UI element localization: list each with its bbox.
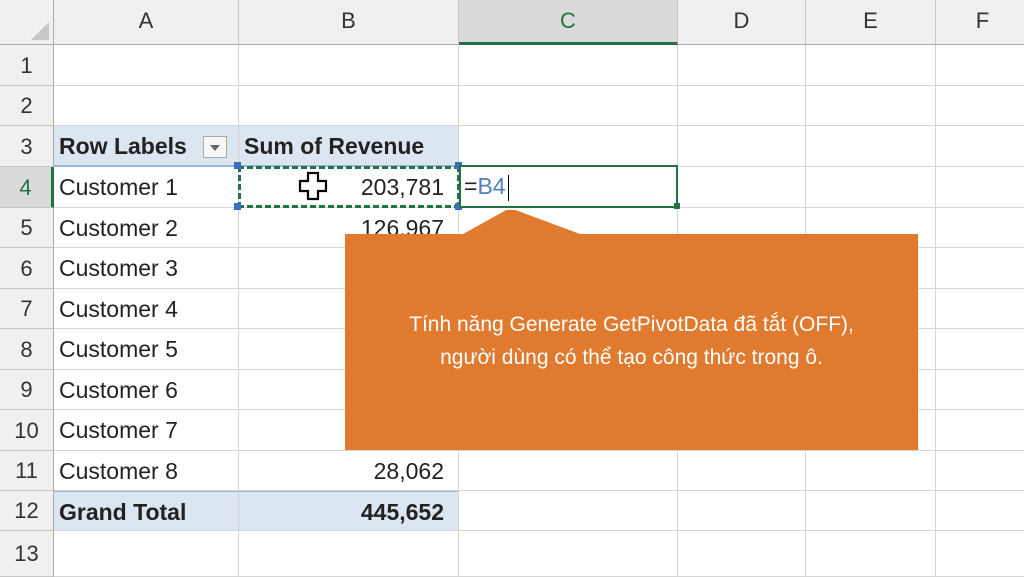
callout-text: Tính năng Generate GetPivotData đã tắt (…: [345, 308, 918, 374]
cell-e4[interactable]: [806, 167, 936, 208]
cell-e3[interactable]: [806, 126, 936, 167]
cell-f11[interactable]: [936, 451, 1024, 491]
formula-reference: B4: [477, 173, 506, 199]
cell-d4[interactable]: [678, 167, 806, 208]
cell-c3[interactable]: [459, 126, 678, 167]
selection-handle-top-left[interactable]: [234, 162, 241, 169]
cell-d13[interactable]: [678, 531, 806, 577]
row-header-12[interactable]: 12: [0, 491, 54, 531]
row-header-11[interactable]: 11: [0, 451, 54, 491]
row-header-9[interactable]: 9: [0, 370, 54, 410]
cell-a9[interactable]: Customer 6: [54, 370, 239, 410]
row-header-8[interactable]: 8: [0, 329, 54, 370]
column-header-d[interactable]: D: [678, 0, 806, 45]
row-header-4[interactable]: 4: [0, 167, 54, 208]
cell-f8[interactable]: [936, 329, 1024, 370]
cell-d12[interactable]: [678, 491, 806, 531]
column-header-f[interactable]: F: [936, 0, 1024, 45]
cell-a2[interactable]: [54, 86, 239, 126]
row-labels-filter-dropdown-button[interactable]: [203, 136, 227, 158]
cell-f6[interactable]: [936, 248, 1024, 289]
cell-f1[interactable]: [936, 45, 1024, 86]
cell-a6[interactable]: Customer 3: [54, 248, 239, 289]
callout-box: Tính năng Generate GetPivotData đã tắt (…: [345, 210, 918, 450]
cell-e12[interactable]: [806, 491, 936, 531]
column-header-e[interactable]: E: [806, 0, 936, 45]
callout-line-2: người dùng có thể tạo công thức trong ô.: [440, 346, 823, 369]
cell-f13[interactable]: [936, 531, 1024, 577]
row-header-6[interactable]: 6: [0, 248, 54, 289]
cell-e11[interactable]: [806, 451, 936, 491]
cell-f2[interactable]: [936, 86, 1024, 126]
cell-d3[interactable]: [678, 126, 806, 167]
cell-a4[interactable]: Customer 1: [54, 167, 239, 208]
cell-e13[interactable]: [806, 531, 936, 577]
cell-c2[interactable]: [459, 86, 678, 126]
column-header-b[interactable]: B: [239, 0, 459, 45]
row-header-10[interactable]: 10: [0, 410, 54, 451]
fill-handle[interactable]: [674, 203, 680, 209]
cell-f12[interactable]: [936, 491, 1024, 531]
formula-equals-sign: =: [464, 173, 478, 199]
cell-b11[interactable]: 28,062: [239, 451, 459, 491]
cell-f3[interactable]: [936, 126, 1024, 167]
cell-b1[interactable]: [239, 45, 459, 86]
row-header-3[interactable]: 3: [0, 126, 54, 167]
cell-f4[interactable]: [936, 167, 1024, 208]
row-header-1[interactable]: 1: [0, 45, 54, 86]
cell-c4-formula-editor[interactable]: =B4: [459, 165, 678, 208]
cell-a7[interactable]: Customer 4: [54, 289, 239, 329]
cross-cursor-icon: [298, 171, 328, 201]
cell-d2[interactable]: [678, 86, 806, 126]
cell-b13[interactable]: [239, 531, 459, 577]
copy-reference-marquee-b4: [238, 166, 460, 208]
cell-e1[interactable]: [806, 45, 936, 86]
select-all-triangle-icon: [31, 22, 49, 40]
cell-b2[interactable]: [239, 86, 459, 126]
cell-c11[interactable]: [459, 451, 678, 491]
cell-a5[interactable]: Customer 2: [54, 208, 239, 248]
row-header-2[interactable]: 2: [0, 86, 54, 126]
text-caret: [507, 174, 509, 201]
cell-b3[interactable]: Sum of Revenue: [239, 126, 459, 167]
cell-e2[interactable]: [806, 86, 936, 126]
cell-c1[interactable]: [459, 45, 678, 86]
cell-c12[interactable]: [459, 491, 678, 531]
cell-c13[interactable]: [459, 531, 678, 577]
cell-a12[interactable]: Grand Total: [54, 491, 239, 531]
row-header-7[interactable]: 7: [0, 289, 54, 329]
selection-handle-bottom-left[interactable]: [234, 203, 241, 210]
callout-line-1: Tính năng Generate GetPivotData đã tắt (…: [409, 313, 854, 336]
cell-d1[interactable]: [678, 45, 806, 86]
cell-a10[interactable]: Customer 7: [54, 410, 239, 451]
cell-f5[interactable]: [936, 208, 1024, 248]
cell-a1[interactable]: [54, 45, 239, 86]
column-header-c[interactable]: C: [459, 0, 678, 45]
cell-a11[interactable]: Customer 8: [54, 451, 239, 491]
select-all-corner[interactable]: [0, 0, 54, 45]
cell-f7[interactable]: [936, 289, 1024, 329]
cell-a8[interactable]: Customer 5: [54, 329, 239, 370]
cell-f10[interactable]: [936, 410, 1024, 451]
cell-d11[interactable]: [678, 451, 806, 491]
row-header-5[interactable]: 5: [0, 208, 54, 248]
cell-b12[interactable]: 445,652: [239, 491, 459, 531]
cell-a13[interactable]: [54, 531, 239, 577]
column-header-a[interactable]: A: [54, 0, 239, 45]
cell-f9[interactable]: [936, 370, 1024, 410]
row-header-13[interactable]: 13: [0, 531, 54, 577]
